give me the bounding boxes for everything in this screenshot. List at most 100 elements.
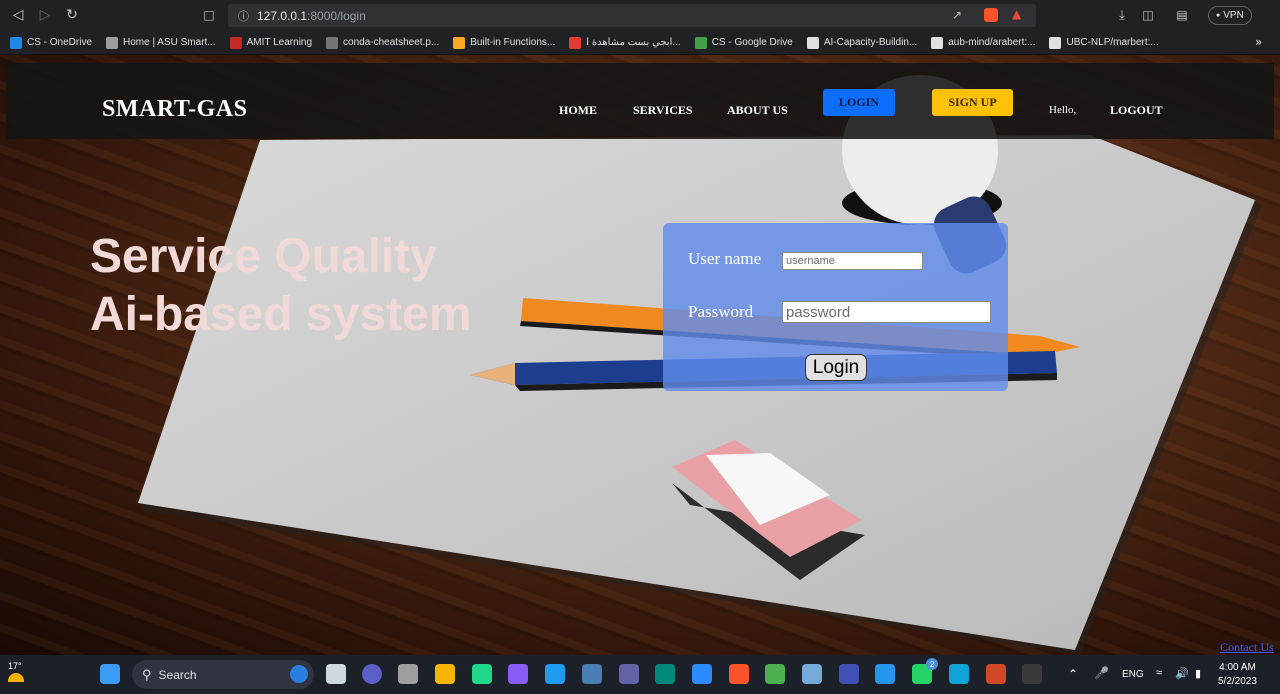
sidebar-icon[interactable]: ◫ [1137, 4, 1159, 26]
bookmark-favicon-icon [1049, 36, 1062, 49]
password-input[interactable] [782, 301, 991, 323]
paper-sheet [138, 135, 1255, 650]
nav-home-link[interactable]: HOME [559, 103, 597, 118]
vpn-label: VPN [1223, 10, 1244, 21]
windows-taskbar: 17° ⚲ Search ⌃ 🎤 ENG ≈ 🔊 ▮ 4:00 AM 5/2/2… [0, 655, 1280, 694]
username-input[interactable] [782, 252, 923, 270]
teams-icon[interactable] [618, 664, 639, 684]
address-bar[interactable]: ⓘ 127.0.0.1:8000/login ↗ ▲ [228, 4, 1036, 27]
pycharm-icon[interactable] [471, 664, 492, 684]
bookmark-icon[interactable]: □ [198, 4, 220, 26]
terminal-icon[interactable] [1022, 664, 1043, 684]
docker-icon[interactable] [875, 664, 896, 684]
url-text: 127.0.0.1:8000/login [257, 9, 366, 23]
widgets-icon[interactable] [398, 664, 418, 684]
more-bookmarks-icon[interactable]: » [1255, 35, 1262, 49]
weather-icon [8, 673, 24, 682]
edge-icon[interactable] [948, 664, 969, 684]
bookmark-label: CS - Google Drive [711, 37, 793, 48]
brand-logo[interactable]: SMART-GAS [102, 96, 247, 123]
bookmark-label: AMIT Learning [246, 37, 313, 48]
whatsapp-icon[interactable]: 2 [912, 658, 939, 684]
task-view-icon[interactable] [326, 664, 346, 684]
bookmark-favicon-icon [806, 36, 819, 49]
bookmark-favicon-icon [229, 36, 242, 49]
bookmark-label: Built-in Functions... [470, 37, 556, 48]
weather-widget[interactable]: 17° [8, 661, 32, 687]
green-app-icon[interactable] [765, 664, 786, 684]
bookmark-favicon-icon [10, 36, 22, 49]
bookmark-item[interactable]: AI-Capacity-Buildin... [806, 36, 918, 49]
bookmark-label: AI-Capacity-Buildin... [823, 37, 918, 48]
language-indicator[interactable]: ENG [1122, 669, 1144, 680]
bookmark-favicon-icon [106, 36, 119, 49]
bookmark-item[interactable]: CS - OneDrive [10, 36, 93, 49]
search-icon: ⚲ [142, 666, 152, 682]
password-label: Password [688, 302, 754, 321]
search-label: Search [158, 667, 197, 682]
brave-rewards-icon[interactable]: ▲ [1012, 7, 1021, 21]
system-clock[interactable]: 4:00 AM 5/2/2023 [1218, 661, 1257, 689]
site-info-icon[interactable]: ⓘ [238, 8, 249, 24]
site-navbar: SMART-GAS HOME SERVICES ABOUT US LOGIN S… [6, 63, 1274, 139]
taskbar-search[interactable]: ⚲ Search [132, 660, 314, 689]
reload-icon[interactable]: ↻ [61, 4, 83, 26]
clock-time: 4:00 AM [1219, 662, 1256, 673]
r-studio-icon[interactable] [802, 664, 822, 684]
bookmark-label: aub-mind/arabert:... [948, 37, 1036, 48]
brave-icon[interactable] [728, 664, 749, 684]
wallet-icon[interactable]: ▤ [1171, 4, 1193, 26]
bookmark-item[interactable]: CS - Google Drive [694, 36, 793, 49]
bookmark-item[interactable]: Built-in Functions... [453, 36, 556, 49]
zoom-icon[interactable] [691, 664, 712, 684]
wifi-icon[interactable]: ≈ [1156, 667, 1162, 679]
bookmark-favicon-icon [694, 36, 707, 49]
nav-services-link[interactable]: SERVICES [633, 103, 693, 118]
show-hidden-icons[interactable]: ⌃ [1068, 667, 1078, 681]
hero-title: Service Quality Ai-based system [90, 230, 472, 341]
forward-icon[interactable]: ▷ [34, 4, 56, 26]
volume-icon[interactable]: 🔊 [1175, 667, 1189, 680]
chat-icon[interactable] [362, 664, 382, 684]
bookmark-favicon-icon [931, 36, 944, 49]
greeting-text: Hello, [1049, 104, 1077, 116]
notification-badge: 2 [926, 658, 939, 670]
login-form: User name Password Login [663, 223, 1008, 391]
bing-icon[interactable] [290, 665, 308, 683]
bookmark-item[interactable]: AMIT Learning [229, 36, 313, 49]
login-submit-button[interactable]: Login [805, 354, 867, 381]
vscode-icon[interactable] [545, 664, 566, 684]
file-explorer-icon[interactable] [435, 664, 455, 684]
nav-login-button[interactable]: LOGIN [823, 89, 895, 116]
desk-illustration [138, 75, 1262, 655]
bookmark-favicon-icon [453, 36, 466, 49]
visual-studio-icon[interactable] [508, 664, 529, 684]
bookmark-label: ابجي بست مشاهدة ا... [586, 37, 681, 48]
bookmark-item[interactable]: conda-cheatsheet.p... [326, 36, 440, 49]
page-viewport: SMART-GAS HOME SERVICES ABOUT US LOGIN S… [0, 55, 1280, 655]
bookmark-item[interactable]: ابجي بست مشاهدة ا... [569, 36, 681, 49]
clock-date: 5/2/2023 [1218, 676, 1257, 687]
nav-signup-button[interactable]: SIGN UP [932, 89, 1013, 116]
meet-icon[interactable] [655, 664, 676, 684]
microphone-icon[interactable]: 🎤 [1094, 666, 1109, 680]
bookmark-label: CS - OneDrive [27, 37, 93, 48]
contact-us-link[interactable]: Contact Us [1220, 640, 1274, 655]
steam-icon[interactable] [581, 664, 602, 684]
share-icon[interactable]: ↗ [952, 8, 962, 22]
start-icon[interactable] [100, 664, 120, 684]
bookmark-item[interactable]: UBC-NLP/marbert:... [1049, 36, 1159, 49]
vpn-button[interactable]: ● VPN [1208, 6, 1252, 25]
brave-shields-icon[interactable] [984, 8, 998, 22]
ms-store-icon[interactable] [838, 664, 859, 684]
battery-icon[interactable]: ▮ [1195, 667, 1201, 680]
powerpoint-icon[interactable] [985, 664, 1006, 684]
bookmark-label: Home | ASU Smart... [123, 37, 216, 48]
bookmark-item[interactable]: Home | ASU Smart... [106, 36, 216, 49]
bookmark-item[interactable]: aub-mind/arabert:... [931, 36, 1036, 49]
download-icon[interactable]: ⤓ [1111, 4, 1133, 26]
bookmark-label: conda-cheatsheet.p... [343, 37, 440, 48]
nav-logout-link[interactable]: LOGOUT [1110, 103, 1163, 118]
back-icon[interactable]: ◁ [7, 4, 29, 26]
nav-about-link[interactable]: ABOUT US [727, 103, 788, 118]
